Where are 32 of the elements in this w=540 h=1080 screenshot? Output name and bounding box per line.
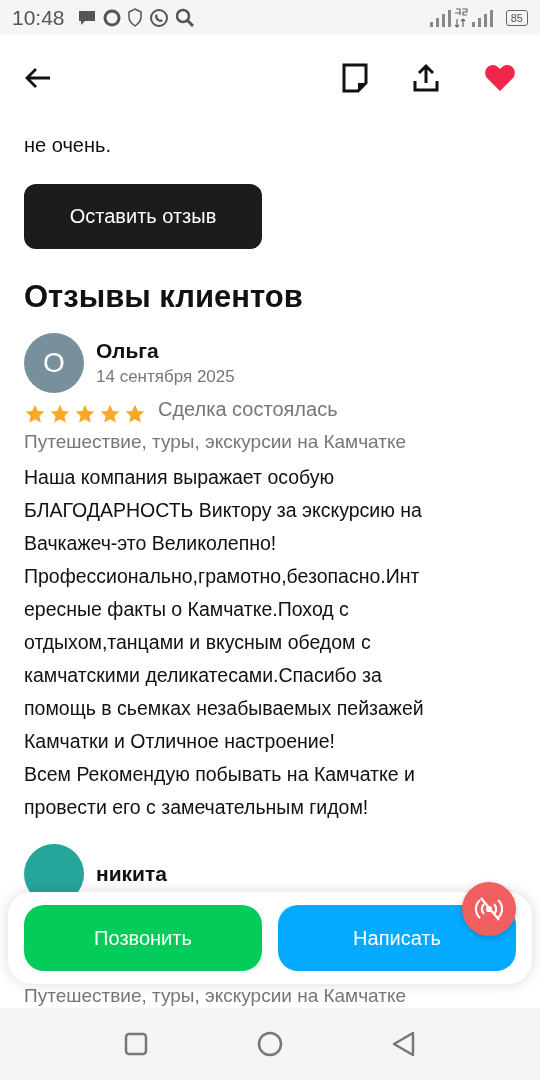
note-icon[interactable] (342, 62, 368, 93)
avatar: О (24, 333, 84, 393)
intro-text: не очень. (24, 133, 112, 158)
star-icon (74, 403, 96, 425)
star-icon (24, 403, 46, 425)
back-icon[interactable] (391, 1031, 416, 1057)
review-date: 14 сентября 2025 (96, 367, 235, 387)
leave-review-button[interactable]: Оставить отзыв (24, 184, 262, 249)
deal-status: Сделка состоялась (158, 397, 338, 421)
recents-icon[interactable] (124, 1032, 149, 1056)
share-icon[interactable] (412, 62, 440, 93)
status-time: 10:48 (12, 5, 65, 30)
reviewer-name: Ольга (96, 339, 160, 363)
shield-icon (126, 8, 143, 27)
heart-icon[interactable] (484, 63, 516, 92)
star-icon (99, 403, 121, 425)
call-button[interactable]: Позвонить (24, 905, 262, 971)
message-button[interactable]: Написать (278, 905, 516, 971)
battery-level: 85 (505, 9, 528, 26)
back-arrow-icon[interactable] (24, 65, 52, 90)
no-signal-icon (475, 895, 503, 923)
reviewer-name: никита (96, 862, 167, 886)
home-icon[interactable] (257, 1031, 283, 1057)
review-text: Наша компания выражает особую БЛАГОДАРНОСТЬ Виктору за экскурсию на Вачкажеч-это Великолепно! Профессионально,грамотно,безопасно.Инт ересные факты о Камчатке.Поход с отдыхом,танцами и вкусным обедом с камчатскими деликатесами.Спасибо за помощь в сьемках незабываемых пейзажей Камчатки и Отличное настроение! Всем Рекомендую побывать на Камчатке и провести его с замечательным гидом! (24, 465, 425, 820)
search-icon (174, 7, 195, 28)
phone-chat-icon (148, 7, 169, 28)
star-icon (49, 403, 71, 425)
review-category: Путешествие, туры, экскурсии на Камчатке (24, 985, 408, 1007)
star-icon (124, 403, 146, 425)
section-title: Отзывы клиентов (24, 279, 304, 315)
chat-icon (76, 8, 97, 27)
review-category: Путешествие, туры, экскурсии на Камчатке (24, 431, 408, 453)
